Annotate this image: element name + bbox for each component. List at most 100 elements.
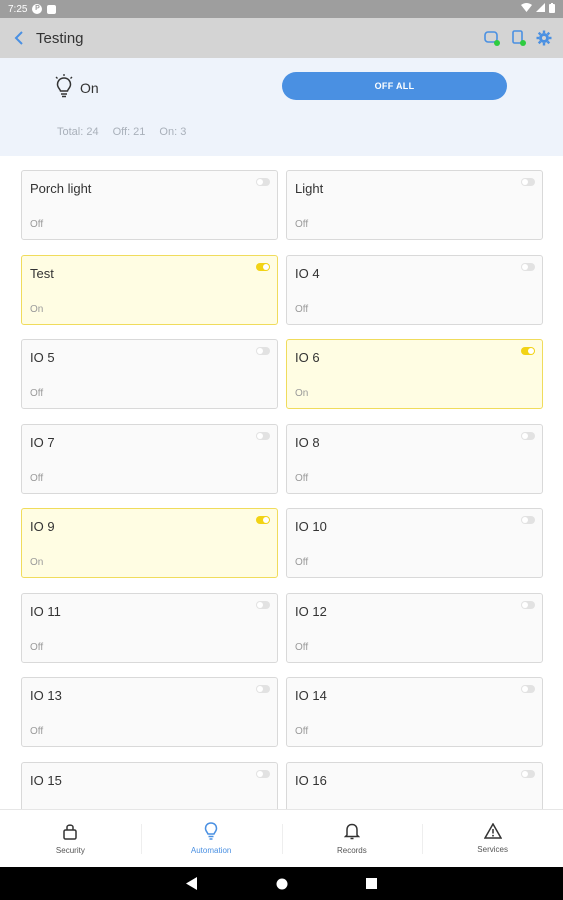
device-card[interactable]: IO 7 Off [21,423,278,494]
on-count: On: 3 [159,126,187,138]
page-title: Testing [36,29,84,47]
nav-item-records[interactable]: Records [281,810,423,867]
device-toggle-switch[interactable] [256,262,270,271]
device-status: Off [295,726,309,737]
device-name: IO 13 [30,688,62,703]
status-time: 7:25 [8,3,28,15]
device-toggle-switch[interactable] [256,769,270,778]
nav-item-services[interactable]: Services [422,810,563,867]
device-card[interactable]: IO 10 Off [286,508,543,578]
device-name: IO 4 [295,265,320,281]
device-name: IO 12 [295,603,327,619]
settings-gear-icon[interactable] [535,29,553,47]
device-card[interactable]: Light Off [286,170,543,240]
device-status: Off [295,557,309,568]
device-name: IO 15 [30,772,62,788]
lightbulb-icon [54,74,74,101]
device-toggle-switch[interactable] [521,769,535,778]
device-name: Light [295,181,324,196]
device-status: Off [30,472,44,484]
device-name: Test [30,265,54,281]
device-status: Off [295,641,309,653]
device-card[interactable]: IO 14 Off [286,677,543,747]
device-card[interactable]: IO 5 Off [21,339,278,409]
device-name: IO 8 [295,434,320,450]
device-toggle-switch[interactable] [521,685,535,693]
device-toggle-switch[interactable] [521,262,535,271]
nav-item-label: Automation [190,846,232,855]
device-toggle-switch[interactable] [256,685,270,693]
nav-item-automation[interactable]: Automation [140,810,282,867]
recents-square-icon[interactable] [366,878,377,889]
device-card[interactable]: IO 8 Off [286,423,543,494]
device-status: On [30,303,44,315]
bulb-icon [204,822,218,842]
device-card[interactable]: Porch light Off [21,170,278,240]
status-bar: 7:25 P [0,0,563,18]
device-status: On [295,388,309,399]
device-card[interactable]: IO 11 Off [21,592,278,663]
device-toggle-switch[interactable] [256,431,270,440]
device-status: Off [30,641,44,653]
signal-icon [536,3,545,15]
device-name: IO 5 [30,350,55,365]
device-name: IO 6 [295,350,320,365]
device-status: Off [30,726,44,737]
device-card[interactable]: IO 13 Off [21,677,278,747]
device-status: Off [295,472,309,484]
total-count: Total: 24 [57,126,99,138]
device-card[interactable]: Test On [21,254,278,325]
lock-icon [62,822,78,842]
bottom-navigation: Security Automation Records Services [0,809,563,867]
battery-icon [549,2,555,16]
device-status: On [30,557,44,568]
home-circle-icon[interactable] [276,878,288,890]
device-toggle-switch[interactable] [256,178,270,186]
nav-item-label: Security [55,846,85,855]
bell-icon [343,822,361,842]
device-card[interactable]: IO 6 On [286,339,543,409]
device-name: Porch light [30,181,92,196]
device-card[interactable]: IO 12 Off [286,592,543,663]
device-status: Off [30,388,44,399]
automation-summary: On OFF ALL Total: 24 Off: 21 On: 3 [0,58,563,156]
device-toggle-switch[interactable] [256,347,270,355]
nav-item-security[interactable]: Security [0,810,141,867]
device-name: IO 16 [295,772,327,788]
device-card[interactable]: IO 16 [286,761,543,809]
nav-item-label: Services [477,845,508,854]
device-card[interactable]: IO 15 [21,761,278,809]
device-card[interactable]: IO 4 Off [286,254,543,325]
app-notification-icon: P [32,4,43,14]
device-toggle-switch[interactable] [521,178,535,186]
nav-item-label: Records [336,846,367,855]
device-name: IO 7 [30,434,55,450]
device-toggle-switch[interactable] [256,516,270,524]
sd-card-icon [47,4,57,14]
device-counts: Total: 24 Off: 21 On: 3 [57,126,186,138]
device-name: IO 11 [30,603,61,619]
camera-online-icon[interactable] [483,29,501,47]
off-count: Off: 21 [112,126,146,138]
system-navigation-bar [0,867,563,900]
device-grid: Porch light Off Light Off Test On IO 4 Off IO 5 O… [0,156,563,809]
wifi-icon [521,3,532,15]
group-state: On [54,74,99,101]
device-name: IO 10 [295,519,327,534]
back-arrow-icon[interactable] [10,29,28,47]
device-online-icon[interactable] [509,29,527,47]
device-toggle-switch[interactable] [521,516,535,524]
device-status: Off [30,219,44,230]
device-toggle-switch[interactable] [521,600,535,609]
device-card[interactable]: IO 9 On [21,508,278,578]
device-toggle-switch[interactable] [256,600,270,609]
app-bar: Testing [0,18,563,58]
warning-icon [483,822,502,841]
back-triangle-icon[interactable] [186,877,198,890]
off-all-button[interactable]: OFF ALL [282,72,507,100]
device-toggle-switch[interactable] [521,431,535,440]
device-status: Off [295,219,309,230]
device-name: IO 14 [295,688,327,703]
device-toggle-switch[interactable] [521,347,535,355]
device-name: IO 9 [30,519,55,534]
